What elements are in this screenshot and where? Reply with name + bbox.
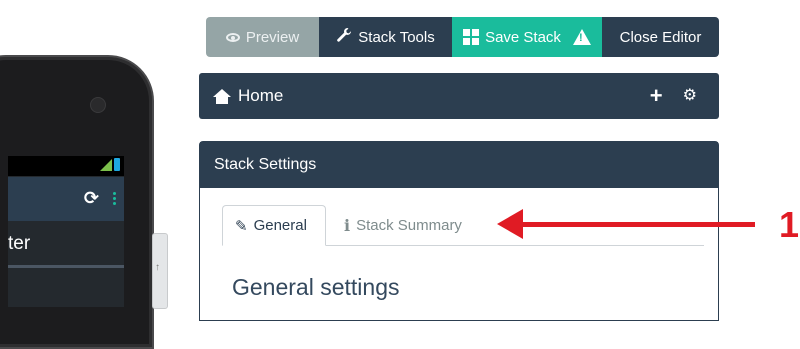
stack-settings-panel: Stack Settings ✎ General i Stack Summary… <box>199 141 719 321</box>
phone-camera <box>90 97 106 113</box>
save-stack-label: Save Stack <box>485 28 561 46</box>
stack-tools-button[interactable]: Stack Tools <box>319 17 452 57</box>
editor-toolbar: Preview Stack Tools Save Stack Close Edi… <box>206 17 719 57</box>
close-editor-label: Close Editor <box>619 28 702 46</box>
section-title: General settings <box>232 274 400 300</box>
home-link[interactable]: Home <box>213 73 283 119</box>
preview-button[interactable]: Preview <box>206 17 319 57</box>
arrow-up-icon: ↑ <box>155 262 160 273</box>
annotation-arrow-head <box>497 209 523 239</box>
info-icon: i <box>344 215 351 235</box>
stack-tools-label: Stack Tools <box>358 28 435 46</box>
cog-icon[interactable]: ⚙ <box>683 88 697 104</box>
phone-scroll-handle[interactable]: ↑ <box>152 233 168 309</box>
grid-icon <box>463 29 480 45</box>
phone-divider <box>8 265 124 268</box>
close-editor-button[interactable]: Close Editor <box>602 17 719 57</box>
preview-label: Preview <box>245 28 300 46</box>
home-icon <box>213 88 231 104</box>
plus-icon[interactable]: + <box>650 85 663 107</box>
refresh-icon[interactable]: ⟳ <box>84 189 99 207</box>
panel-title: Stack Settings <box>200 142 718 188</box>
tab-stack-summary[interactable]: i Stack Summary <box>332 205 474 245</box>
stack-navbar: Home + ⚙ <box>199 73 719 119</box>
phone-status-bar <box>8 156 124 176</box>
callout-number: 1 <box>779 204 800 245</box>
signal-icon <box>100 159 112 171</box>
edit-icon: ✎ <box>235 217 248 235</box>
more-vertical-icon[interactable] <box>113 191 116 205</box>
battery-icon <box>114 158 120 171</box>
warning-icon <box>572 29 591 45</box>
save-stack-button[interactable]: Save Stack <box>452 17 602 57</box>
tab-general[interactable]: ✎ General <box>222 205 326 246</box>
phone-page-title: ter <box>8 233 31 254</box>
eye-icon <box>225 32 240 42</box>
tab-stack-summary-label: Stack Summary <box>356 216 462 234</box>
tab-general-label: General <box>253 217 307 234</box>
annotation-arrow-line <box>515 222 755 227</box>
home-label: Home <box>238 86 284 105</box>
phone-app-bar: ⟳ <box>8 177 124 221</box>
wrench-icon <box>336 27 352 47</box>
